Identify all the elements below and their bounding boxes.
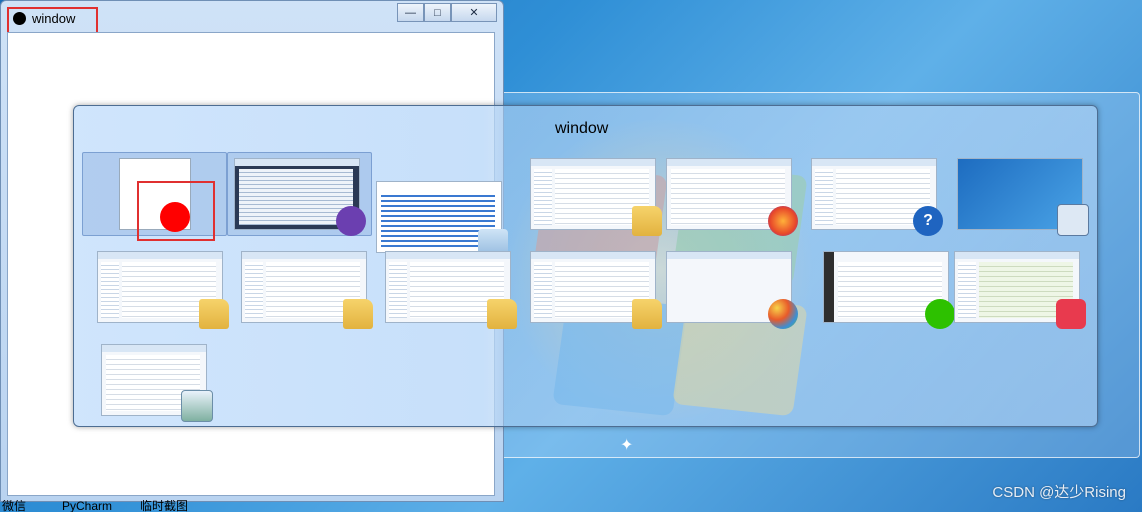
close-button[interactable]: ✕ xyxy=(451,3,497,22)
annotation-box-thumbnail xyxy=(137,181,215,241)
help-icon: ? xyxy=(913,206,943,236)
window-switcher: window ? xyxy=(73,105,1098,427)
thumbnail-explorer-3[interactable] xyxy=(241,251,373,329)
thumbnail-explorer-1[interactable] xyxy=(530,158,662,236)
watermark-text: CSDN @达少Rising xyxy=(992,484,1126,501)
thumbnail-explorer-4[interactable] xyxy=(385,251,517,329)
thumbnail-explorer-2[interactable] xyxy=(97,251,229,329)
thumbnail-help[interactable]: ? xyxy=(811,158,943,236)
switcher-title: window xyxy=(555,120,609,137)
thumbnail-firefox[interactable] xyxy=(666,158,798,236)
thumbnail-notepad[interactable] xyxy=(376,181,508,259)
thumbnail-paint[interactable] xyxy=(666,251,798,329)
visual-studio-icon xyxy=(336,206,366,236)
minimize-button[interactable]: — xyxy=(397,3,424,22)
sparkle-icon: ✦ xyxy=(620,437,634,454)
thumbnail-desktop[interactable] xyxy=(957,158,1089,236)
folder-icon xyxy=(199,299,229,329)
sheet-icon xyxy=(181,390,213,422)
desktop-icon xyxy=(1057,204,1089,236)
window-controls: — □ ✕ xyxy=(397,3,497,22)
thumbnail-wechat[interactable] xyxy=(823,251,955,329)
wechat-icon xyxy=(925,299,955,329)
taskbar-item-screenshot[interactable]: 临时截图 xyxy=(140,500,188,512)
thumbnail-explorer-5[interactable] xyxy=(530,251,662,329)
pdf-icon xyxy=(1056,299,1086,329)
thumbnail-visual-studio[interactable] xyxy=(234,158,366,236)
thumbnail-spreadsheet[interactable] xyxy=(101,344,213,422)
folder-icon xyxy=(632,206,662,236)
taskbar-item-pycharm[interactable]: PyCharm xyxy=(62,500,112,512)
paint-icon xyxy=(768,299,798,329)
taskbar-item-wechat[interactable]: 微信 xyxy=(2,500,26,512)
maximize-button[interactable]: □ xyxy=(424,3,451,22)
folder-icon xyxy=(487,299,517,329)
firefox-icon xyxy=(768,206,798,236)
thumbnail-pdf[interactable] xyxy=(954,251,1086,329)
folder-icon xyxy=(632,299,662,329)
folder-icon xyxy=(343,299,373,329)
